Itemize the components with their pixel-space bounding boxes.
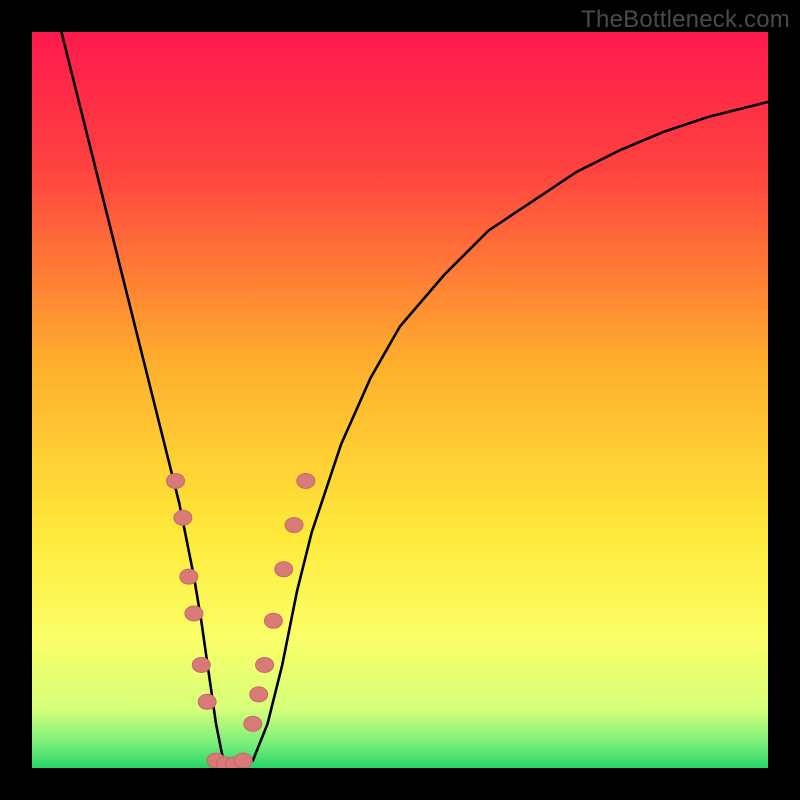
data-marker [174, 510, 192, 525]
data-marker [264, 613, 282, 628]
data-marker [297, 473, 315, 488]
data-marker [198, 694, 216, 709]
data-marker [180, 569, 198, 584]
data-marker [275, 562, 293, 577]
watermark-text: TheBottleneck.com [581, 6, 790, 34]
data-marker [244, 716, 262, 731]
data-marker [167, 473, 185, 488]
chart-frame: TheBottleneck.com [0, 0, 800, 800]
chart-svg [32, 32, 768, 768]
data-marker [234, 753, 252, 768]
data-marker [192, 657, 210, 672]
data-marker [285, 518, 303, 533]
data-marker [256, 657, 274, 672]
data-marker [250, 687, 268, 702]
plot-area [32, 32, 768, 768]
bottleneck-curve [61, 32, 768, 764]
data-marker [185, 606, 203, 621]
